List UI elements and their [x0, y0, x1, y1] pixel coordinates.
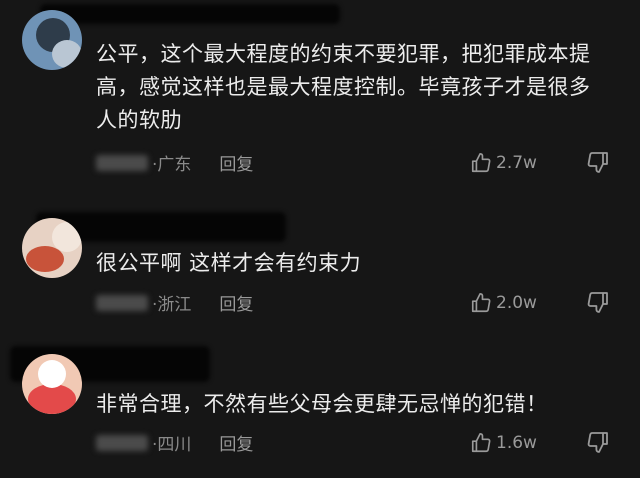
- comment-text: 公平，这个最大程度的约束不要犯罪，把犯罪成本提高，感觉这样也是最大程度控制。毕竟…: [96, 42, 591, 132]
- thumbs-down-icon: [587, 432, 608, 453]
- avatar[interactable]: [22, 354, 82, 414]
- thumbs-down-icon: [587, 292, 608, 313]
- comment-text: 很公平啊 这样才会有约束力: [96, 251, 362, 275]
- reply-button[interactable]: 回复: [219, 155, 253, 175]
- dislike-button[interactable]: [586, 290, 612, 316]
- dislike-button[interactable]: [586, 150, 612, 176]
- location-label: ·广东: [152, 155, 192, 175]
- redacted-username: [96, 294, 148, 311]
- thumbs-down-icon: [587, 152, 608, 173]
- avatar[interactable]: [22, 218, 82, 278]
- thumbs-up-icon: [471, 293, 491, 313]
- comment-meta: ·广东 回复: [96, 150, 253, 176]
- reply-button[interactable]: 回复: [219, 435, 253, 455]
- thumbs-up-icon: [471, 433, 491, 453]
- like-button[interactable]: 2.7w: [470, 150, 537, 176]
- location-label: ·四川: [152, 435, 192, 455]
- like-count: 1.6w: [496, 433, 537, 453]
- redacted-username: [40, 4, 340, 24]
- redacted-username: [96, 434, 148, 451]
- dislike-button[interactable]: [586, 430, 612, 456]
- location-label: ·浙江: [152, 295, 192, 315]
- comment-meta: ·四川 回复: [96, 430, 253, 456]
- like-count: 2.0w: [496, 293, 537, 313]
- like-button[interactable]: 1.6w: [470, 430, 537, 456]
- like-count: 2.7w: [496, 153, 537, 173]
- reply-button[interactable]: 回复: [219, 295, 253, 315]
- avatar[interactable]: [22, 10, 82, 70]
- comment-text: 非常合理，不然有些父母会更肆无忌惮的犯错！: [96, 392, 548, 416]
- like-button[interactable]: 2.0w: [470, 290, 537, 316]
- comment-meta: ·浙江 回复: [96, 290, 253, 316]
- redacted-username: [96, 154, 148, 171]
- thumbs-up-icon: [471, 153, 491, 173]
